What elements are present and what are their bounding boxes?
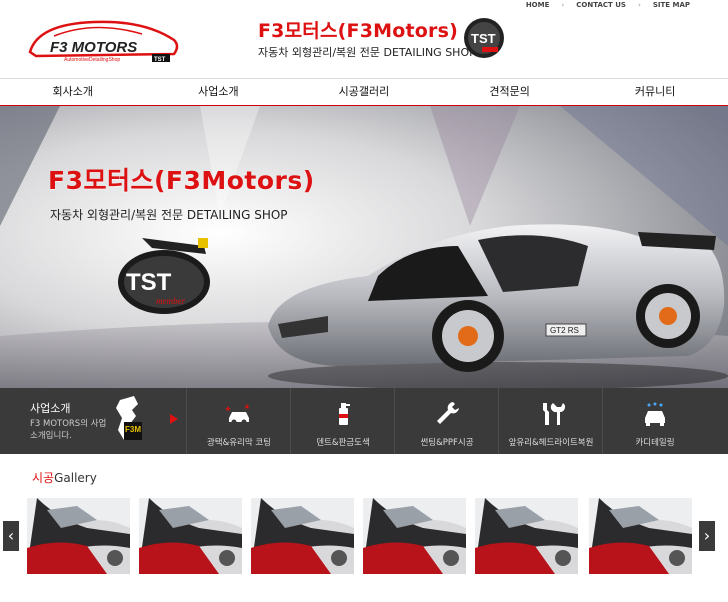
korea-map-icon: F3M [116, 396, 178, 440]
gallery-title: 시공Gallery [32, 469, 97, 486]
gallery-image [27, 498, 130, 574]
gallery-prev-button[interactable]: ‹ [3, 521, 19, 551]
logo-tst-text: TST [154, 57, 166, 63]
gallery-thumbnail[interactable] [475, 498, 578, 574]
gallery-thumbnail[interactable] [589, 498, 692, 574]
tools-icon [543, 403, 565, 425]
nav-business[interactable]: 사업소개 [146, 79, 292, 105]
business-item-detailing[interactable]: 카디테일링 [602, 388, 707, 454]
business-item-label: 앞유리&헤드라이트복원 [508, 438, 594, 448]
badge-text: TST [471, 31, 496, 46]
gallery-next-button[interactable]: › [699, 521, 715, 551]
util-home-link[interactable]: HOME [526, 1, 550, 9]
business-item-label: 덴트&판금도색 [316, 438, 370, 448]
util-separator: › [637, 1, 641, 9]
hero-tst-badge: TST member [118, 238, 210, 314]
nav-company[interactable]: 회사소개 [0, 79, 146, 105]
logo-text: F3 MOTORS [50, 39, 137, 56]
gallery-thumbnail[interactable] [139, 498, 242, 574]
business-bar: 사업소개 F3 MOTORS의 사업소개입니다. F3M 광택&유리막 코팅 덴… [0, 388, 728, 454]
hero-badge-text: TST [126, 269, 172, 296]
util-separator: › [561, 1, 565, 9]
wrench-icon [437, 402, 459, 424]
business-item-windshield[interactable]: 앞유리&헤드라이트복원 [498, 388, 603, 454]
business-intro-desc: F3 MOTORS의 사업소개입니다. [30, 419, 107, 441]
tst-member-badge: TST [464, 18, 504, 58]
site-header: HOME › CONTACT US › SITE MAP F3 MOTORS A… [0, 0, 728, 78]
gallery-image [363, 498, 466, 574]
business-intro-title: 사업소개 [30, 402, 71, 415]
util-sitemap-link[interactable]: SITE MAP [653, 1, 690, 9]
f3-motors-logo[interactable]: F3 MOTORS AutomotiveDetailingShop TST [24, 14, 182, 64]
nav-community[interactable]: 커뮤니티 [582, 79, 728, 105]
porsche-gt2-car-image: GT2 RS [268, 224, 728, 388]
gallery-image [589, 498, 692, 574]
business-item-label: 썬팅&PPF시공 [420, 438, 474, 448]
utility-nav: HOME › CONTACT US › SITE MAP [526, 1, 690, 9]
business-item-tinting[interactable]: 썬팅&PPF시공 [394, 388, 499, 454]
map-label: F3M [125, 425, 141, 434]
gallery-thumbnail[interactable] [251, 498, 354, 574]
logo-subtext: AutomotiveDetailingShop [64, 57, 120, 63]
gallery-image [251, 498, 354, 574]
car-wash-icon [645, 402, 665, 426]
main-nav: 회사소개 사업소개 시공갤러리 견적문의 커뮤니티 [0, 78, 728, 107]
gallery-title-rest: Gallery [54, 471, 97, 485]
util-contact-link[interactable]: CONTACT US [576, 1, 626, 9]
nav-estimate[interactable]: 견적문의 [437, 79, 583, 105]
hero-subtitle: 자동차 외형관리/복원 전문 DETAILING SHOP [50, 208, 288, 222]
gallery-thumbnail[interactable] [27, 498, 130, 574]
car-plate-text: GT2 RS [550, 326, 579, 335]
gallery-title-red: 시공 [32, 471, 55, 485]
gallery-thumbnail[interactable] [363, 498, 466, 574]
business-item-label: 광택&유리막 코팅 [206, 438, 272, 448]
spray-can-icon [339, 403, 350, 425]
hero-badge-subtext: member [156, 296, 185, 306]
brand-subtitle: 자동차 외형관리/복원 전문 DETAILING SHOP [258, 46, 476, 59]
gallery-image [139, 498, 242, 574]
hero-banner: F3모터스(F3Motors) 자동차 외형관리/복원 전문 DETAILING… [0, 106, 728, 388]
gallery-image [475, 498, 578, 574]
business-item-polish[interactable]: 광택&유리막 코팅 [186, 388, 291, 454]
business-item-dent[interactable]: 덴트&판금도색 [290, 388, 395, 454]
business-item-label: 카디테일링 [635, 438, 675, 448]
car-polish-icon [225, 404, 250, 425]
hero-title: F3모터스(F3Motors) [48, 166, 315, 195]
nav-gallery[interactable]: 시공갤러리 [291, 79, 437, 105]
brand-title: F3모터스(F3Motors) [258, 20, 458, 42]
